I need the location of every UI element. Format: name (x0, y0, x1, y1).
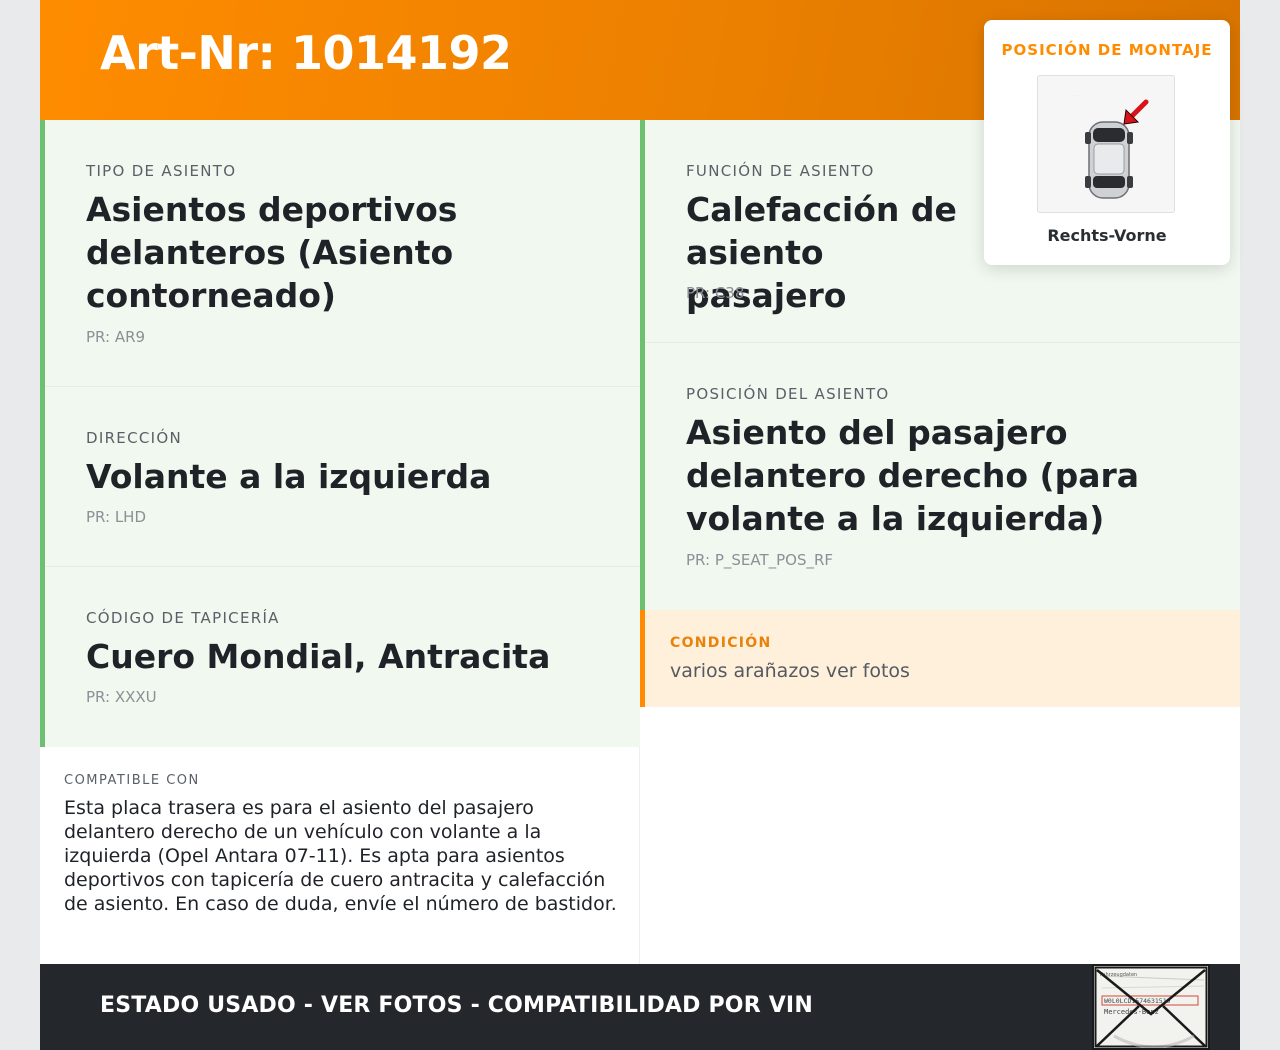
car-top-view-icon: · · · (1074, 93, 1149, 199)
spec-pr-code: PR: P_SEAT_POS_RF (686, 551, 834, 569)
spec-value: Volante a la izquierda (86, 457, 492, 496)
spec-label: DIRECCIÓN (86, 429, 182, 447)
spec-value: Cuero Mondial, Antracita (86, 637, 551, 676)
mounting-position-thumbnail[interactable]: · · · (1037, 75, 1175, 213)
spec-cell-upholstery: CÓDIGO DE TAPICERÍA Cuero Mondial, Antra… (40, 567, 640, 747)
mounting-position-caption: Rechts-Vorne (1047, 226, 1167, 245)
condition-panel: CONDICIÓN varios arañazos ver fotos (640, 610, 1240, 707)
spec-pr-code: PR: AR9 (86, 328, 146, 346)
spec-cell-seat-type: TIPO DE ASIENTO Asientos deportivos dela… (40, 120, 640, 387)
spec-label: CÓDIGO DE TAPICERÍA (86, 609, 280, 627)
mounting-position-title: POSICIÓN DE MONTAJE (1001, 41, 1213, 59)
spec-pr-code: PR: C38 (686, 284, 745, 302)
spec-pr-code: PR: XXXU (86, 688, 157, 706)
footer-text: ESTADO USADO - VER FOTOS - COMPATIBILIDA… (100, 993, 813, 1018)
article-number-title: Art-Nr: 1014192 (100, 26, 512, 80)
spec-cell-seat-position: POSICIÓN DEL ASIENTO Asiento del pasajer… (640, 343, 1240, 610)
envelope-icon: Fahrzeugdaten W0L0LCD1574631519 Mercedes… (1094, 966, 1208, 1048)
condition-label: CONDICIÓN (670, 635, 772, 651)
spec-label: POSICIÓN DEL ASIENTO (686, 385, 890, 403)
vin-document-thumbnail[interactable]: Fahrzeugdaten W0L0LCD1574631519 Mercedes… (1092, 964, 1210, 1050)
spec-cell-direction: DIRECCIÓN Volante a la izquierda PR: LHD (40, 387, 640, 567)
spec-label: TIPO DE ASIENTO (86, 162, 237, 180)
spec-value: Asiento del pasajero delantero derecho (… (686, 413, 1140, 538)
spec-label: FUNCIÓN DE ASIENTO (686, 162, 875, 180)
spec-pr-code: PR: LHD (86, 508, 147, 526)
svg-text:· · ·: · · · (1074, 93, 1079, 97)
footer-bar: ESTADO USADO - VER FOTOS - COMPATIBILIDA… (40, 964, 1240, 1050)
spec-value: Asientos deportivos delanteros (Asiento … (86, 190, 458, 315)
condition-text: varios arañazos ver fotos (670, 660, 910, 682)
compatibility-label: COMPATIBLE CON (64, 773, 200, 788)
compatibility-text: Esta placa trasera es para el asiento de… (64, 797, 617, 915)
compatibility-panel: COMPATIBLE CON Esta placa trasera es par… (40, 747, 640, 964)
mounting-position-card: POSICIÓN DE MONTAJE · · · Rechts-Vorne (984, 20, 1230, 265)
